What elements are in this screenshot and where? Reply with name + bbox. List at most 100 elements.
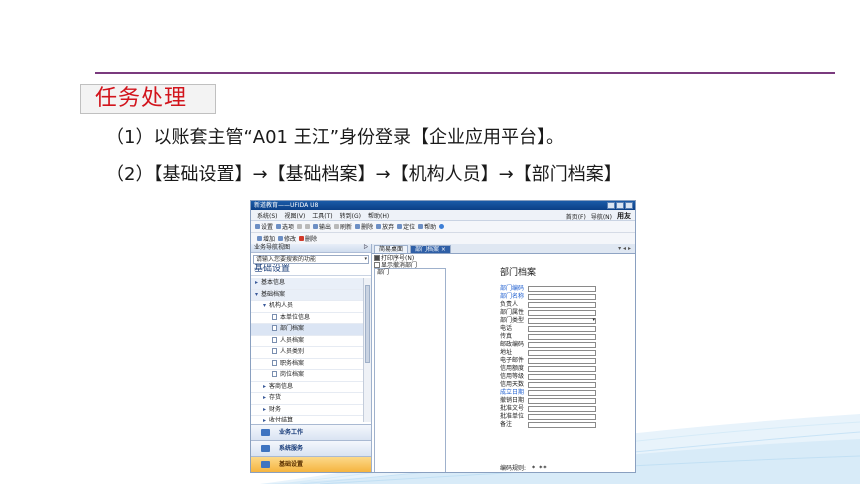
- field-input[interactable]: [528, 374, 596, 380]
- tree-scrollbar[interactable]: [363, 278, 371, 422]
- field-input[interactable]: [528, 286, 596, 292]
- preview-button[interactable]: [305, 224, 311, 229]
- field-input[interactable]: [528, 350, 596, 356]
- tree-item[interactable]: 职务档案: [251, 359, 363, 370]
- tree-item-label: 人员档案: [280, 336, 305, 344]
- tree-item[interactable]: ▸ 客商信息: [251, 382, 363, 393]
- export-button[interactable]: 输出: [313, 222, 331, 231]
- settings-icon: [255, 224, 260, 229]
- close-icon[interactable]: [625, 202, 633, 209]
- tree-item-label: 存货: [269, 394, 282, 401]
- department-form: 部门编码部门名称负责人部门属性部门类型电话传真邮政编码地址电子邮件信用额度信用等…: [500, 285, 630, 429]
- field-input[interactable]: [528, 334, 596, 340]
- tree-root[interactable]: 部门: [375, 269, 389, 276]
- help-button[interactable]: 帮助: [418, 222, 436, 231]
- field-label: 撤销日期: [500, 397, 525, 404]
- field-label: 批准单位: [500, 413, 525, 420]
- field-input[interactable]: [528, 366, 596, 372]
- navigation-link[interactable]: 导航(N): [591, 212, 612, 221]
- delete-icon: [355, 224, 361, 229]
- field-input[interactable]: [528, 326, 596, 332]
- options-button[interactable]: 选项: [276, 222, 294, 231]
- chevron-down-icon[interactable]: ▾: [364, 256, 367, 263]
- field-input[interactable]: [528, 390, 596, 396]
- minimize-icon[interactable]: [607, 202, 615, 209]
- maximize-icon[interactable]: [616, 202, 624, 209]
- field-input[interactable]: [528, 414, 596, 420]
- tree-item-label: 收付结算: [269, 417, 294, 422]
- tree-item[interactable]: 人员档案: [251, 336, 363, 347]
- tree-item-label: 基础档案: [261, 290, 286, 298]
- tree-item[interactable]: 部门档案: [251, 324, 363, 336]
- form-row: 部门编码: [500, 285, 630, 293]
- menu-goto[interactable]: 转到(G): [340, 211, 361, 220]
- app-titlebar: 新道教育——UFIDA U8: [251, 201, 635, 210]
- field-input[interactable]: [528, 302, 596, 308]
- field-input[interactable]: [528, 294, 596, 300]
- info-button[interactable]: [439, 224, 445, 229]
- tree-item[interactable]: ▾ 机构人员: [251, 301, 363, 313]
- menu-view[interactable]: 视图(V): [285, 211, 306, 220]
- pin-icon[interactable]: ᐅ: [363, 244, 368, 252]
- form-row: 地址: [500, 349, 630, 357]
- form-row: 部门类型: [500, 316, 630, 325]
- refresh-button[interactable]: 刷新: [334, 222, 352, 231]
- section-title: 任务处理: [80, 84, 216, 114]
- field-input[interactable]: [528, 422, 596, 428]
- document-icon: [272, 359, 277, 366]
- field-input[interactable]: [528, 398, 596, 404]
- field-label: 部门编码: [500, 285, 525, 292]
- help-icon: [418, 224, 424, 229]
- tree-item[interactable]: ▾ 基础档案: [251, 289, 363, 301]
- software-screenshot: 新道教育——UFIDA U8 系统(S) 视图(V) 工具(T) 转到(G) 帮…: [250, 200, 636, 473]
- tree-item-label: 人员类别: [280, 348, 305, 355]
- nav-button[interactable]: 系统服务: [251, 440, 371, 456]
- tab-bar: 简易桌面 部门档案 × ▾ ◂ ▸: [372, 244, 635, 254]
- field-input[interactable]: [528, 342, 596, 348]
- tab-department-archive[interactable]: 部门档案 ×: [410, 245, 451, 253]
- field-input[interactable]: [528, 310, 596, 316]
- discard-button[interactable]: 放弃: [376, 222, 394, 231]
- tree-item[interactable]: ▸ 存货: [251, 393, 363, 405]
- tree-item[interactable]: 本单位信息: [251, 313, 363, 324]
- tree-item[interactable]: ▸ 基本信息: [251, 278, 363, 290]
- menu-tools[interactable]: 工具(T): [312, 211, 332, 220]
- tree-item[interactable]: 人员类别: [251, 347, 363, 359]
- print-button[interactable]: [297, 224, 303, 229]
- tree-item[interactable]: ▸ 收付结算: [251, 416, 363, 422]
- settings-button[interactable]: 设置: [255, 222, 273, 231]
- locate-button[interactable]: 定位: [397, 222, 415, 231]
- content-pane: 简易桌面 部门档案 × ▾ ◂ ▸ 打印序号(N) 显示撤消部门 部门 部门档案…: [372, 244, 635, 472]
- tab-simple-desktop[interactable]: 简易桌面: [374, 245, 409, 253]
- chevron-right-icon: ▸: [255, 279, 259, 286]
- field-input[interactable]: [528, 406, 596, 412]
- field-input[interactable]: [528, 358, 596, 364]
- tree-item[interactable]: ▸ 财务: [251, 405, 363, 416]
- tab-scroll-icon[interactable]: ▾ ◂ ▸: [618, 245, 631, 252]
- home-link[interactable]: 首页(F): [566, 212, 586, 221]
- nav-button[interactable]: 业务工作: [251, 424, 371, 440]
- add-button[interactable]: 增加: [257, 234, 275, 243]
- search-input[interactable]: 请输入您要搜索的功能 ▾: [253, 255, 369, 264]
- nav-panel-header: 业务导航视图 ᐅ: [251, 244, 371, 253]
- tree-item[interactable]: 岗位档案: [251, 370, 363, 382]
- chevron-down-icon: ▾: [263, 302, 267, 309]
- menu-help[interactable]: 帮助(H): [368, 211, 389, 220]
- chevron-right-icon: ▸: [263, 405, 267, 413]
- delete-button[interactable]: 删除: [355, 222, 373, 231]
- nav-button-label: 基础设置: [279, 461, 304, 468]
- tree-item-label: 部门档案: [280, 325, 305, 332]
- form-row: 备注: [500, 421, 630, 429]
- field-input[interactable]: [528, 382, 596, 388]
- nav-button[interactable]: 基础设置: [251, 456, 371, 472]
- form-row: 电子邮件: [500, 357, 630, 365]
- print-seq-option[interactable]: 打印序号(N): [374, 255, 417, 262]
- nav-tree: ▸ 基本信息 ▾ 基础档案 ▾ 机构人员 本单位信息 部门档案 人员档案 人员类别 职务档案 岗位档案…: [251, 278, 363, 422]
- form-row: 部门属性: [500, 309, 630, 317]
- chevron-down-icon: ▾: [255, 290, 259, 298]
- menu-system[interactable]: 系统(S): [257, 211, 278, 220]
- form-row: 负责人: [500, 301, 630, 309]
- field-select[interactable]: [528, 316, 596, 324]
- remove-button[interactable]: 删除: [299, 234, 317, 243]
- edit-button[interactable]: 修改: [278, 234, 296, 243]
